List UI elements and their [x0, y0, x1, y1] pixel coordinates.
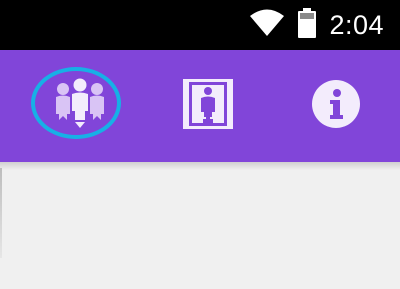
wifi-icon	[249, 9, 285, 42]
tab-medical[interactable]	[158, 64, 258, 148]
tab-people[interactable]	[30, 64, 130, 148]
battery-icon	[297, 7, 317, 43]
info-icon	[311, 79, 361, 134]
status-icons: 2:04	[249, 0, 384, 50]
toolbar-shadow	[0, 162, 400, 170]
selected-tab-indicator	[31, 67, 121, 139]
status-clock: 2:04	[329, 9, 384, 40]
status-bar: 2:04	[0, 0, 400, 50]
content-area	[0, 162, 400, 289]
tab-info[interactable]	[286, 64, 386, 148]
medical-person-icon	[183, 78, 233, 134]
top-toolbar	[0, 50, 400, 162]
drawer-edge[interactable]	[0, 168, 2, 258]
